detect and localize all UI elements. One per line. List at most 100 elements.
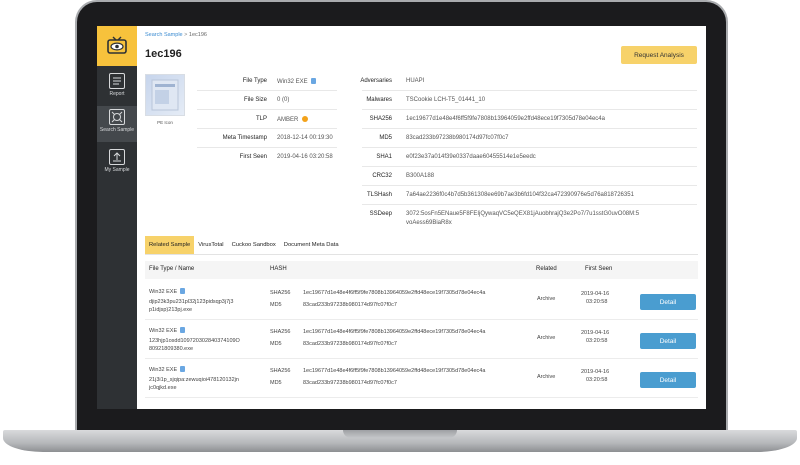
divider [362,166,697,167]
search-sample-icon [109,109,125,125]
row-md5-label: MD5 [270,302,282,308]
sidebar-item-label: My Sample [104,167,130,173]
column-header: File Type / Name [149,266,195,272]
row-name-line1: djip23k3pu231pl32j123pidsqp3j7j3 [149,299,234,305]
thumbnail-caption: PE Icon [157,120,173,125]
table-row: Win32 EXE djip23k3pu231pl32j123pidsqp3j7… [145,282,698,320]
tab-bar: Related Sample VirusTotal Cuckoo Sandbox… [145,236,343,254]
divider [362,128,697,129]
tab-cuckoo-sandbox[interactable]: Cuckoo Sandbox [228,236,280,254]
divider [197,128,337,129]
page-title: 1ec196 [145,48,182,60]
main-content: Search Sample > 1ec196 1ec196 Request An… [137,26,706,409]
sidebar: Report Search Sample My Sample [97,26,137,409]
sidebar-item-my-sample[interactable]: My Sample [97,146,137,182]
row-md5-value: 83cad233b97238b980174d97fc07f0c7 [303,302,397,308]
row-related: Archive [537,296,556,302]
divider [362,109,697,110]
row-sha-value: 1ec19677d1e48e4f6ff5f9fe7808b13964059e2f… [303,290,486,296]
divider [362,185,697,186]
column-header: HASH [270,266,287,272]
row-md5-value: 83cad233b97238b980174d97fc07f0c7 [303,380,397,386]
adversaries-value: HUAPI [406,78,425,84]
breadcrumb-current: 1ec196 [188,32,207,38]
row-sha-label: SHA256 [270,290,291,296]
ssdeep-value-line2: voAess69BiaR8x [406,220,452,226]
tab-document-meta-data[interactable]: Document Meta Data [280,236,343,254]
field-label: SHA256 [369,116,392,122]
sha1-value: e0f23e37a014f39e0337daae60455514e1e5eedc [406,154,536,160]
field-label: SHA1 [376,154,392,160]
request-analysis-button[interactable]: Request Analysis [621,46,697,64]
row-sha-label: SHA256 [270,368,291,374]
divider [197,90,337,91]
file-size-value: 0 (0) [277,97,290,103]
row-md5-label: MD5 [270,341,282,347]
tlshash-value: 7a64ae2236f0c4b7d5b361308ee69b7ae3b6fd10… [406,192,634,198]
detail-button[interactable]: Detail [640,333,696,349]
report-icon [109,73,125,89]
breadcrumb: Search Sample > 1ec196 [145,32,207,38]
field-label: Meta Timestamp [222,135,267,141]
eye-tv-icon [107,36,127,54]
sidebar-item-label: Search Sample [99,127,135,133]
screen: Report Search Sample My Sample Search Sa… [97,26,706,409]
row-sha-value: 1ec19677d1e48e4f6ff5f9fe7808b13964059e2f… [303,329,486,335]
file-icon [310,78,316,84]
sidebar-item-report[interactable]: Report [97,70,137,106]
table-row: Win32 EXE 123hjp1osdd109720302840374109O… [145,321,698,359]
table-row: Win32 EXE 21j3i1p_sjqipa:zewuqioi4781201… [145,360,698,398]
upload-icon [109,149,125,165]
file-type-text: Win32 EXE [149,367,178,373]
file-icon [180,366,186,372]
file-icon [180,327,186,333]
row-related: Archive [537,335,556,341]
ssdeep-value-line1: 3072:5osFn5ENaue5F8FEIjQywaqVC5eQEX81jAu… [406,211,640,217]
row-name-line2: jc0qjkd.exe [149,385,177,391]
row-md5-value: 83cad233b97238b980174d97fc07f0c7 [303,341,397,347]
field-label: MD5 [379,135,392,141]
md5-value: 83cad233b97238b980174d97fc07f0c7 [406,135,509,141]
field-label: First Seen [239,154,267,160]
row-name-line2: 80921809380.exe [149,346,194,352]
pe-icon-thumbnail [145,74,185,116]
divider [362,90,697,91]
laptop-notch [343,430,457,438]
tab-virustotal[interactable]: VirusTotal [194,236,227,254]
sidebar-item-label: Report [109,91,125,97]
file-type-value: Win32 EXE [277,78,316,85]
table-header: File Type / Name HASH Related First Seen [145,261,698,279]
divider [362,147,697,148]
sidebar-item-search-sample[interactable]: Search Sample [97,106,137,142]
field-label: CRC32 [372,173,392,179]
divider [362,204,697,205]
tlp-amber-dot [302,116,309,122]
detail-button[interactable]: Detail [640,294,696,310]
row-sha-label: SHA256 [270,329,291,335]
field-label: File Size [243,97,267,103]
tlp-text: AMBER [277,117,299,123]
row-related: Archive [537,374,556,380]
row-name-line1: 21j3i1p_sjqipa:zewuqioi478120132jn [149,377,239,383]
divider [197,109,337,110]
crc32-value: B300A188 [406,173,435,179]
row-date: 2019-04-16 [581,369,610,375]
column-header: Related [536,266,557,272]
row-name-line1: 123hjp1osdd109720302840374109O [149,338,240,344]
row-sha-value: 1ec19677d1e48e4f6ff5f9fe7808b13964059e2f… [303,368,486,374]
app-logo[interactable] [97,26,137,66]
row-file-type: Win32 EXE [149,288,186,295]
breadcrumb-root[interactable]: Search Sample [145,32,183,38]
row-time: 03:20:58 [586,299,608,305]
row-date: 2019-04-16 [581,291,610,297]
tab-related-sample[interactable]: Related Sample [145,236,195,254]
malwares-value: TSCookie LCH-T5_01441_10 [406,97,486,103]
tlp-value: AMBER [277,116,309,123]
field-label: TLP [255,116,267,122]
file-type-text: Win32 EXE [149,289,178,295]
divider [145,254,698,255]
detail-button[interactable]: Detail [640,372,696,388]
field-label: Malwares [366,97,392,103]
file-icon [180,288,186,294]
row-date: 2019-04-16 [581,330,610,336]
